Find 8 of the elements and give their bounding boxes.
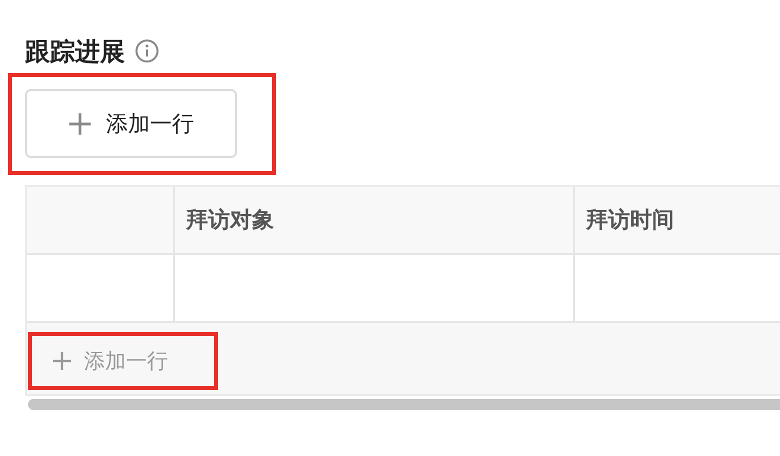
plus-icon: [68, 112, 92, 136]
column-header: 拜访时间: [575, 187, 780, 253]
add-row-button[interactable]: 添加一行: [25, 89, 237, 158]
column-header: 拜访对象: [175, 187, 575, 253]
info-icon[interactable]: [135, 39, 159, 63]
plus-icon: [52, 351, 72, 371]
scrollbar[interactable]: [28, 399, 780, 410]
section-title: 跟踪进展: [25, 36, 125, 68]
